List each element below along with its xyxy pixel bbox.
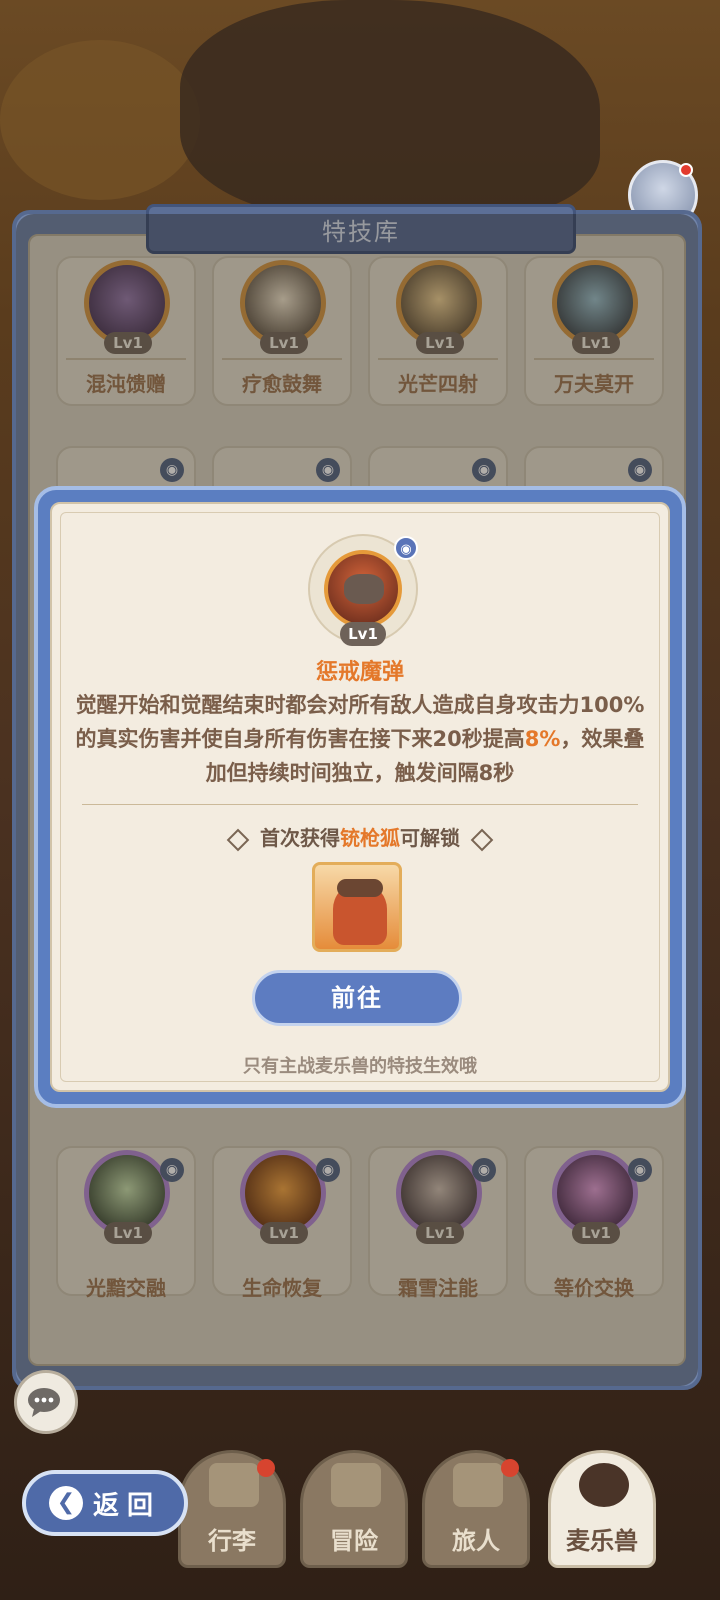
skill-portrait-icon	[324, 550, 402, 628]
background-vehicle	[180, 0, 600, 220]
nav-label: 行李	[208, 1527, 256, 1555]
nav-label: 麦乐兽	[566, 1527, 638, 1555]
luggage-icon	[209, 1463, 259, 1507]
skill-description: 觉醒开始和觉醒结束时都会对所有敌人造成自身攻击力100%的真实伤害并使自身所有伤…	[74, 688, 646, 790]
notification-dot	[679, 163, 693, 177]
diamond-icon	[226, 828, 250, 851]
skill-detail-modal: Lv1 ◉ 惩戒魔弹 觉醒开始和觉醒结束时都会对所有敌人造成自身攻击力100%的…	[34, 486, 686, 1108]
lock-icon: ◉	[394, 536, 418, 560]
unlock-pet-name: 铳枪狐	[340, 826, 400, 850]
modal-body: Lv1 ◉ 惩戒魔弹 觉醒开始和觉醒结束时都会对所有敌人造成自身攻击力100%的…	[50, 502, 670, 1092]
divider	[82, 804, 638, 805]
background-sand	[0, 40, 200, 200]
footnote: 只有主战麦乐兽的特技生效哦	[243, 1056, 477, 1077]
nav-luggage[interactable]: 行李	[178, 1450, 286, 1568]
skill-medal: Lv1 ◉	[308, 534, 418, 646]
notification-dot	[257, 1459, 275, 1477]
chat-bubble-icon	[28, 1388, 60, 1417]
crossed-swords-icon	[331, 1463, 381, 1507]
nav-adventure[interactable]: 冒险	[300, 1450, 408, 1568]
pet-goggles	[337, 879, 383, 897]
pet-portrait[interactable]	[312, 862, 402, 952]
nav-traveler[interactable]: 旅人	[422, 1450, 530, 1568]
fox-head-icon	[579, 1463, 629, 1507]
goto-button[interactable]: 前往	[252, 970, 462, 1026]
back-arrow-icon: ❮	[48, 1486, 83, 1520]
skill-title: 惩戒魔弹	[315, 660, 404, 685]
notification-dot	[501, 1459, 519, 1477]
diamond-icon	[470, 828, 494, 851]
nav-label: 冒险	[330, 1527, 378, 1555]
nav-pet[interactable]: 麦乐兽	[548, 1450, 656, 1568]
chat-button[interactable]	[14, 1370, 78, 1434]
skill-portrait-face	[344, 574, 384, 604]
nav-label: 旅人	[452, 1527, 500, 1555]
skill-level-badge: Lv1	[340, 622, 386, 646]
unlock-suffix: 可解锁	[400, 826, 460, 850]
back-label: 返回	[92, 1490, 161, 1521]
back-button[interactable]: ❮ 返回	[22, 1470, 188, 1536]
unlock-condition: 首次获得铳枪狐可解锁	[52, 822, 668, 851]
unlock-prefix: 首次获得	[260, 826, 340, 850]
skill-desc-highlight: 8%	[524, 727, 561, 751]
traveler-icon	[453, 1463, 503, 1507]
